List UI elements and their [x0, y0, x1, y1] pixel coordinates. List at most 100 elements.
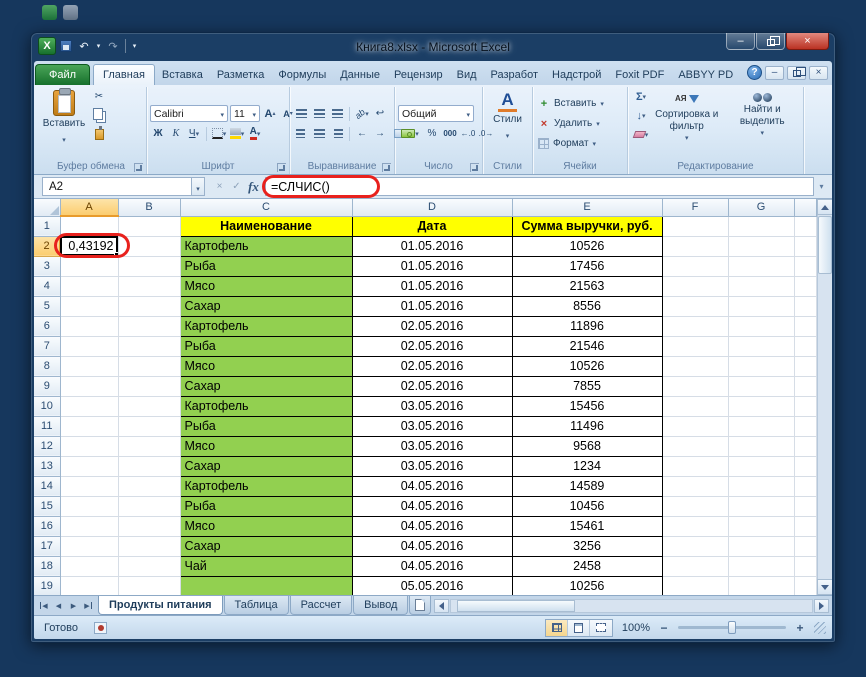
- sum-cell[interactable]: 2458: [512, 556, 662, 576]
- formula-input[interactable]: =СЛЧИС(): [265, 177, 814, 196]
- cell[interactable]: [118, 476, 180, 496]
- zoom-level-label[interactable]: 100%: [620, 622, 650, 634]
- name-box[interactable]: A2: [42, 177, 192, 196]
- column-header[interactable]: G: [728, 199, 794, 216]
- format-painter-button[interactable]: [91, 126, 107, 143]
- bold-button[interactable]: Ж: [150, 125, 166, 142]
- enter-button[interactable]: ✓: [228, 177, 245, 196]
- increase-indent-button[interactable]: →: [372, 125, 388, 142]
- name-box-dropdown[interactable]: [192, 177, 205, 196]
- cell[interactable]: [662, 476, 728, 496]
- cell[interactable]: [60, 296, 118, 316]
- column-header[interactable]: D: [352, 199, 512, 216]
- cell[interactable]: [728, 496, 794, 516]
- save-button[interactable]: [58, 38, 74, 55]
- sum-cell[interactable]: 17456: [512, 256, 662, 276]
- grow-font-button[interactable]: А▴: [262, 105, 278, 122]
- column-header[interactable]: [794, 199, 816, 216]
- product-cell[interactable]: Картофель: [180, 316, 352, 336]
- row-header[interactable]: 1: [34, 216, 60, 236]
- row-header[interactable]: 19: [34, 576, 60, 595]
- row-header[interactable]: 17: [34, 536, 60, 556]
- macro-record-icon[interactable]: [94, 622, 107, 634]
- cell[interactable]: [728, 376, 794, 396]
- date-cell[interactable]: 03.05.2016: [352, 456, 512, 476]
- sum-cell[interactable]: 3256: [512, 536, 662, 556]
- font-name-combo[interactable]: Calibri: [150, 105, 228, 122]
- formula-bar-expand-button[interactable]: ▾: [814, 177, 829, 196]
- cell[interactable]: [794, 256, 816, 276]
- font-size-combo[interactable]: 11: [230, 105, 260, 122]
- cell[interactable]: [728, 476, 794, 496]
- cell[interactable]: [118, 576, 180, 595]
- cell[interactable]: [662, 416, 728, 436]
- cell[interactable]: [60, 556, 118, 576]
- cell[interactable]: [60, 576, 118, 595]
- cell[interactable]: [728, 456, 794, 476]
- sum-cell[interactable]: 9568: [512, 436, 662, 456]
- page-break-view-button[interactable]: [590, 620, 612, 636]
- sort-filter-button[interactable]: АЯ Сортировка и фильтр: [649, 88, 725, 144]
- align-top-button[interactable]: [293, 105, 309, 122]
- column-header[interactable]: C: [180, 199, 352, 216]
- cell[interactable]: [794, 336, 816, 356]
- format-cells-button[interactable]: Формат: [536, 134, 624, 153]
- date-cell[interactable]: 03.05.2016: [352, 416, 512, 436]
- ribbon-tab[interactable]: Формулы: [271, 65, 333, 85]
- selected-cell[interactable]: 0,43192: [60, 236, 118, 256]
- redo-button[interactable]: ↷: [105, 38, 121, 55]
- cell[interactable]: [60, 356, 118, 376]
- date-cell[interactable]: 02.05.2016: [352, 336, 512, 356]
- row-header[interactable]: 11: [34, 416, 60, 436]
- product-cell[interactable]: Рыба: [180, 336, 352, 356]
- sum-cell[interactable]: 14589: [512, 476, 662, 496]
- row-header[interactable]: 5: [34, 296, 60, 316]
- cell[interactable]: [662, 316, 728, 336]
- sum-cell[interactable]: 1234: [512, 456, 662, 476]
- help-button[interactable]: ?: [747, 65, 762, 80]
- close-button[interactable]: ×: [786, 33, 829, 50]
- ribbon-tab[interactable]: Разработ: [484, 65, 545, 85]
- date-cell[interactable]: 03.05.2016: [352, 396, 512, 416]
- sum-cell[interactable]: 8556: [512, 296, 662, 316]
- cell[interactable]: [60, 316, 118, 336]
- cell[interactable]: [118, 396, 180, 416]
- cell[interactable]: [728, 436, 794, 456]
- cell[interactable]: [118, 276, 180, 296]
- date-cell[interactable]: 03.05.2016: [352, 436, 512, 456]
- row-header[interactable]: 10: [34, 396, 60, 416]
- row-header[interactable]: 16: [34, 516, 60, 536]
- cell[interactable]: [60, 536, 118, 556]
- cut-button[interactable]: ✂: [91, 88, 107, 105]
- sum-cell[interactable]: 21546: [512, 336, 662, 356]
- align-middle-button[interactable]: [311, 105, 327, 122]
- workbook-restore-button[interactable]: [787, 66, 806, 80]
- cell[interactable]: [794, 396, 816, 416]
- cell[interactable]: [728, 556, 794, 576]
- product-cell[interactable]: Картофель: [180, 396, 352, 416]
- restore-button[interactable]: [756, 33, 785, 50]
- file-tab[interactable]: Файл: [35, 64, 90, 85]
- cell[interactable]: [60, 336, 118, 356]
- cell[interactable]: [662, 436, 728, 456]
- date-cell[interactable]: 01.05.2016: [352, 256, 512, 276]
- accounting-format-button[interactable]: [398, 125, 422, 142]
- row-header[interactable]: 4: [34, 276, 60, 296]
- table-header-cell[interactable]: Сумма выручки, руб.: [512, 216, 662, 236]
- cell[interactable]: [662, 236, 728, 256]
- cell[interactable]: [118, 296, 180, 316]
- cell[interactable]: [118, 316, 180, 336]
- cell[interactable]: [60, 516, 118, 536]
- excel-logo-icon[interactable]: X: [38, 37, 56, 55]
- find-select-button[interactable]: Найти и выделить: [725, 88, 801, 139]
- dialog-launcher-icon[interactable]: [470, 163, 479, 172]
- autosum-button[interactable]: Σ: [633, 88, 649, 105]
- product-cell[interactable]: Картофель: [180, 236, 352, 256]
- resize-grip[interactable]: [814, 622, 826, 634]
- cell[interactable]: [728, 256, 794, 276]
- zoom-in-button[interactable]: +: [793, 621, 807, 635]
- product-cell[interactable]: Чай: [180, 556, 352, 576]
- cell[interactable]: [728, 416, 794, 436]
- cell[interactable]: [794, 496, 816, 516]
- cell[interactable]: [60, 416, 118, 436]
